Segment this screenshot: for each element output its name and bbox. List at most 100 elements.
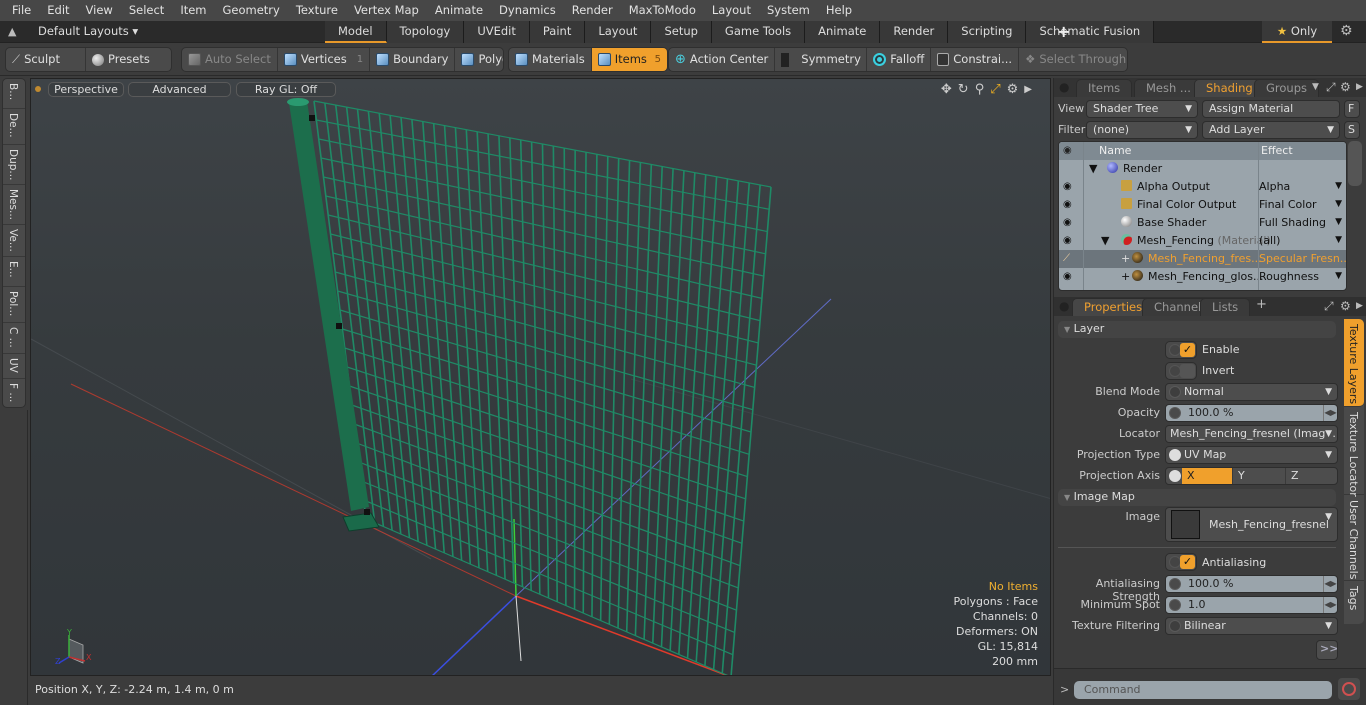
action-center-button[interactable]: ⊕ Action Center bbox=[669, 48, 776, 71]
menu-item[interactable]: Item bbox=[172, 0, 214, 21]
side-tab-tags[interactable]: Tags bbox=[1344, 581, 1364, 624]
menu-render[interactable]: Render bbox=[564, 0, 621, 21]
rotate-icon[interactable]: ↻ bbox=[958, 82, 969, 97]
row-effect[interactable]: (all) bbox=[1259, 232, 1280, 249]
add-tab-button[interactable]: + bbox=[1256, 297, 1267, 312]
menu-help[interactable]: Help bbox=[818, 0, 860, 21]
row-effect[interactable]: Alpha bbox=[1259, 178, 1290, 195]
materials-button[interactable]: Materials bbox=[509, 48, 592, 71]
texture-filtering-dropdown[interactable]: Bilinear ▼ bbox=[1165, 617, 1338, 635]
menu-geometry[interactable]: Geometry bbox=[215, 0, 288, 21]
panel-expand-icon[interactable]: ⤢ bbox=[1326, 80, 1336, 95]
3d-viewport[interactable]: Y X Z Perspective Advanced Ray GL: Off ✥ ↻… bbox=[30, 78, 1051, 676]
row-effect[interactable]: Specular Fresn... bbox=[1259, 250, 1346, 267]
tab-game-tools[interactable]: Game Tools bbox=[711, 21, 806, 43]
blend-mode-dropdown[interactable]: Normal ▼ bbox=[1165, 383, 1338, 401]
tab-mesh[interactable]: Mesh ... bbox=[1134, 79, 1203, 97]
slider-handle-icon[interactable]: ◀▶ bbox=[1323, 405, 1337, 421]
tree-row-mesh-fencing-fresnel[interactable]: ⟋ + Mesh_Fencing_fres... Specular Fresn.… bbox=[1059, 250, 1346, 268]
chevron-down-icon[interactable]: ▼ bbox=[1335, 232, 1342, 249]
panel-menu-icon[interactable]: ▶ bbox=[1356, 82, 1363, 92]
boundary-button[interactable]: Boundary bbox=[370, 48, 456, 71]
left-tab-fusion[interactable]: F ... bbox=[3, 379, 25, 407]
menu-select[interactable]: Select bbox=[121, 0, 172, 21]
add-tab-button[interactable]: + bbox=[1057, 22, 1070, 41]
left-tab-polygon[interactable]: Pol... bbox=[3, 287, 25, 323]
left-tab-basic[interactable]: B... bbox=[3, 79, 25, 109]
menu-view[interactable]: View bbox=[78, 0, 121, 21]
select-through-button[interactable]: ❖ Select Through bbox=[1019, 48, 1127, 71]
tab-items[interactable]: Items bbox=[1076, 79, 1133, 97]
eye-icon[interactable]: ◉ bbox=[1063, 232, 1072, 249]
tab-layout[interactable]: Layout bbox=[585, 21, 652, 43]
row-effect[interactable]: Full Shading bbox=[1259, 214, 1326, 231]
raygl-button[interactable]: Ray GL: Off bbox=[236, 82, 336, 97]
chevron-down-icon[interactable]: ▼ bbox=[1335, 178, 1342, 195]
invert-checkbox[interactable] bbox=[1165, 362, 1197, 380]
more-button[interactable]: >> bbox=[1316, 640, 1338, 660]
tab-model[interactable]: Model bbox=[325, 21, 387, 43]
opacity-field[interactable]: 100.0 % ◀▶ bbox=[1165, 404, 1338, 422]
f-button[interactable]: F bbox=[1344, 100, 1360, 118]
axis-y-button[interactable]: Y bbox=[1233, 468, 1286, 484]
panel-gear-icon[interactable]: ⚙ bbox=[1340, 80, 1351, 94]
expand-right-icon[interactable]: ▶ bbox=[1024, 82, 1032, 97]
command-input[interactable]: Command bbox=[1074, 681, 1332, 699]
aa-strength-field[interactable]: 100.0 % ◀▶ bbox=[1165, 575, 1338, 593]
row-effect[interactable]: Roughness bbox=[1259, 268, 1319, 285]
menu-edit[interactable]: Edit bbox=[39, 0, 77, 21]
add-icon[interactable]: + bbox=[1121, 250, 1130, 267]
items-button[interactable]: Items 5 bbox=[591, 48, 667, 71]
name-column-header[interactable]: Name bbox=[1099, 142, 1131, 159]
tab-render[interactable]: Render bbox=[880, 21, 949, 43]
left-tab-deform[interactable]: De... bbox=[3, 109, 25, 145]
tab-topology[interactable]: Topology bbox=[386, 21, 465, 43]
menu-system[interactable]: System bbox=[759, 0, 818, 21]
tab-setup[interactable]: Setup bbox=[651, 21, 712, 43]
tree-row-mesh-fencing-material[interactable]: ◉ ▼ Mesh_Fencing (Material) (all) ▼ bbox=[1059, 232, 1346, 250]
left-tab-edge[interactable]: E... bbox=[3, 257, 25, 287]
side-tab-user-channels[interactable]: User Channels bbox=[1344, 495, 1364, 581]
view-dropdown[interactable]: Shader Tree ▼ bbox=[1086, 100, 1198, 118]
panel-gear-icon[interactable]: ⚙ bbox=[1340, 299, 1351, 313]
constraints-button[interactable]: Constrai... bbox=[931, 48, 1020, 71]
image-map-section-header[interactable]: ▼ Image Map bbox=[1058, 489, 1336, 506]
shader-tree-scrollbar[interactable] bbox=[1348, 141, 1362, 186]
panel-expand-icon[interactable]: ⤢ bbox=[1324, 299, 1334, 314]
only-button[interactable]: ★ Only bbox=[1262, 21, 1332, 43]
polygons-button[interactable]: Polygons bbox=[455, 48, 503, 71]
enable-checkbox[interactable]: ✓ bbox=[1165, 341, 1197, 359]
min-spot-field[interactable]: 1.0 ◀▶ bbox=[1165, 596, 1338, 614]
presets-button[interactable]: Presets bbox=[86, 48, 156, 71]
chevron-down-icon[interactable]: ▼ bbox=[1335, 196, 1342, 213]
viewport-indicator-icon[interactable] bbox=[35, 86, 41, 92]
eye-icon[interactable]: ◉ bbox=[1063, 268, 1072, 285]
filter-dropdown[interactable]: (none) ▼ bbox=[1086, 121, 1198, 139]
slider-handle-icon[interactable]: ◀▶ bbox=[1323, 597, 1337, 613]
maximize-icon[interactable]: ⤢ bbox=[990, 82, 1000, 97]
tab-uvedit[interactable]: UVEdit bbox=[464, 21, 530, 43]
add-icon[interactable]: + bbox=[1121, 268, 1130, 285]
shading-mode-button[interactable]: Advanced bbox=[128, 82, 231, 97]
tabs-dropdown-icon[interactable]: ▼ bbox=[1312, 82, 1319, 92]
brush-icon[interactable]: ⟋ bbox=[1063, 250, 1070, 267]
column-divider[interactable] bbox=[1258, 142, 1259, 290]
tree-row-render[interactable]: ▼ Render bbox=[1059, 160, 1346, 178]
pan-icon[interactable]: ✥ bbox=[941, 82, 952, 97]
projection-type-dropdown[interactable]: UV Map ▼ bbox=[1165, 446, 1338, 464]
menu-layout[interactable]: Layout bbox=[704, 0, 759, 21]
left-tab-mesh-edit[interactable]: Mes... bbox=[3, 185, 25, 225]
add-layer-dropdown[interactable]: Add Layer ▼ bbox=[1202, 121, 1340, 139]
left-tab-duplicate[interactable]: Dup... bbox=[3, 145, 25, 185]
menu-maxtomodo[interactable]: MaxToModo bbox=[621, 0, 704, 21]
axis-z-button[interactable]: Z bbox=[1286, 468, 1337, 484]
expand-icon[interactable]: ▼ bbox=[1089, 160, 1097, 177]
menu-animate[interactable]: Animate bbox=[427, 0, 491, 21]
left-tab-uv[interactable]: UV bbox=[3, 354, 25, 379]
left-tab-curve[interactable]: C ... bbox=[3, 323, 25, 354]
left-tab-vertex[interactable]: Ve... bbox=[3, 225, 25, 257]
layer-section-header[interactable]: ▼ Layer bbox=[1058, 321, 1336, 338]
tab-paint[interactable]: Paint bbox=[529, 21, 586, 43]
view-mode-button[interactable]: Perspective bbox=[48, 82, 124, 97]
menu-texture[interactable]: Texture bbox=[288, 0, 346, 21]
